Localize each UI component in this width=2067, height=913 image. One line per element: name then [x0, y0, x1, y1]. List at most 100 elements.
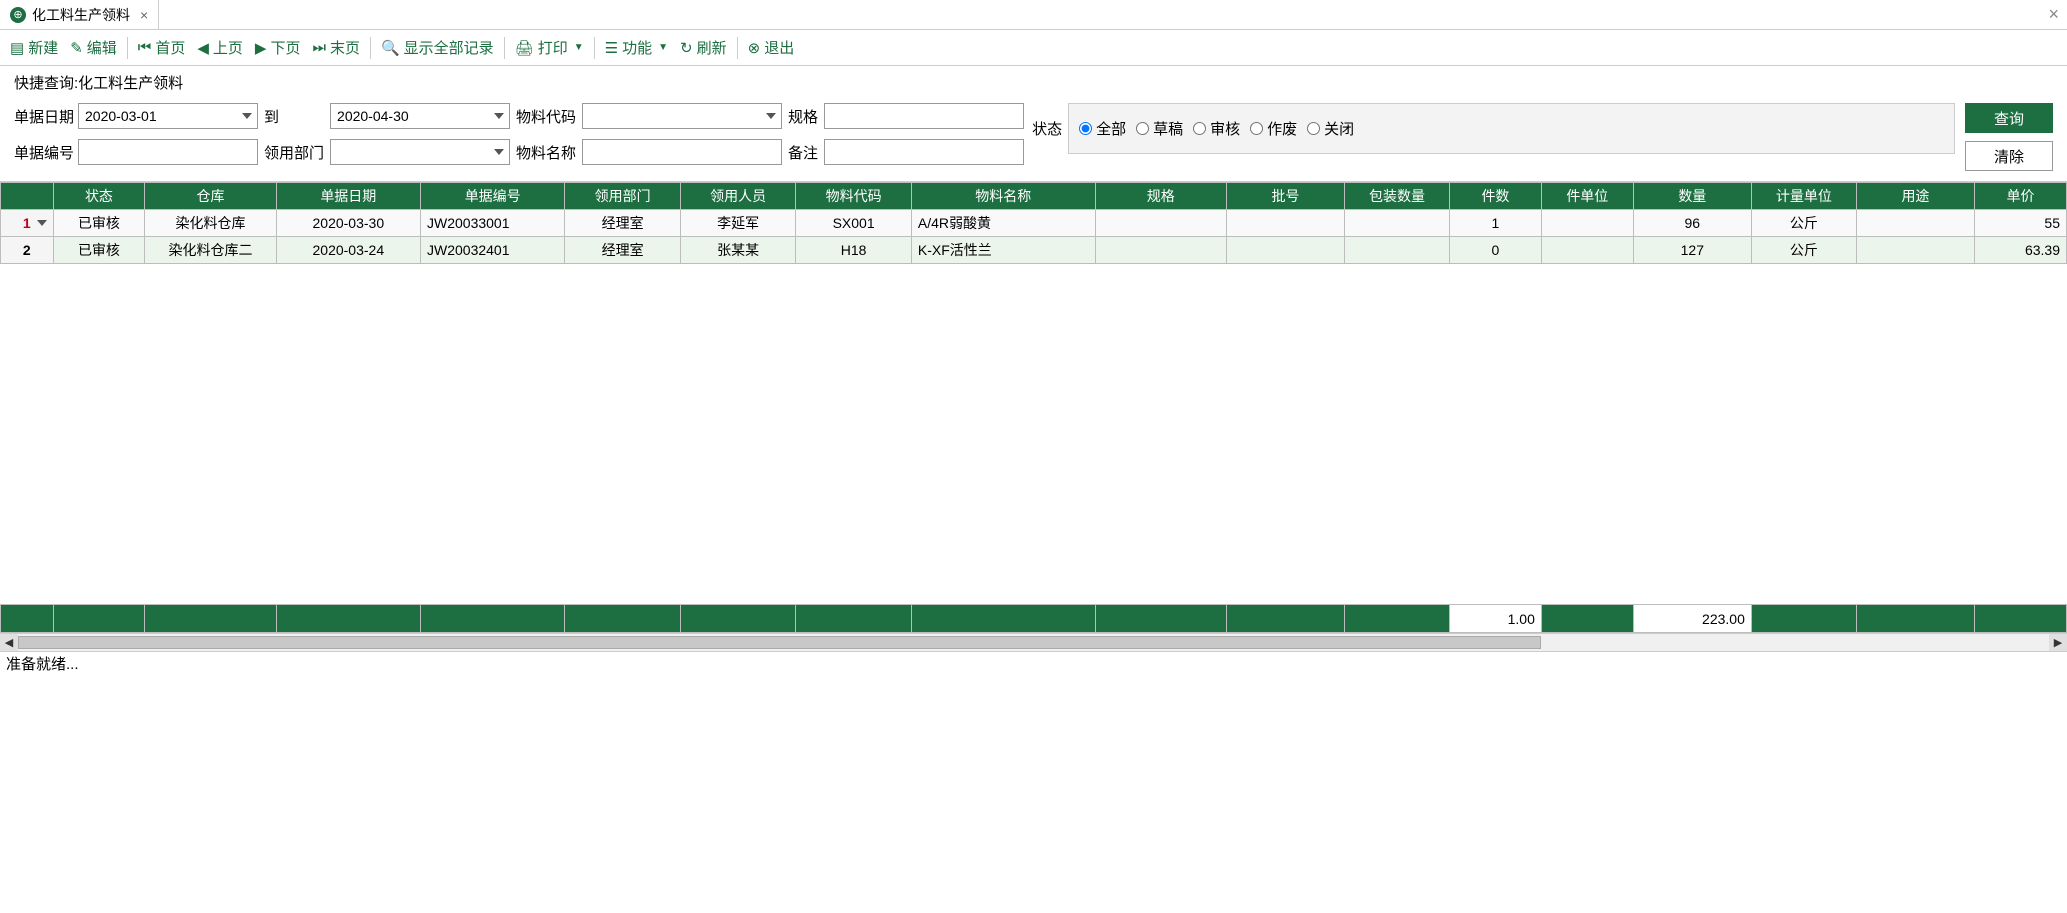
radio-all[interactable]: 全部 [1079, 118, 1126, 139]
radio-closed[interactable]: 关闭 [1307, 118, 1354, 139]
cell[interactable] [1095, 237, 1226, 264]
next-page-button[interactable]: ▶下页 [249, 33, 307, 62]
tab-active[interactable]: ⊕ 化工料生产领料 × [0, 0, 159, 29]
scroll-right-icon[interactable]: ▶ [2049, 634, 2067, 651]
show-all-button[interactable]: 🔍显示全部记录 [375, 33, 500, 62]
query-button[interactable]: 查询 [1965, 103, 2053, 133]
col-date[interactable]: 单据日期 [276, 183, 420, 210]
table-row[interactable]: 1已审核染化料仓库2020-03-30JW20033001经理室李延军SX001… [1, 210, 2067, 237]
col-pieceunit[interactable]: 件单位 [1541, 183, 1633, 210]
cell[interactable]: 李延军 [680, 210, 796, 237]
cell[interactable]: H18 [796, 237, 912, 264]
exit-button[interactable]: ⊗退出 [742, 33, 801, 62]
cell[interactable] [1345, 210, 1450, 237]
cell[interactable]: 2020-03-24 [276, 237, 420, 264]
dept-select[interactable] [330, 139, 510, 165]
cell[interactable] [1226, 237, 1344, 264]
cell[interactable]: 1 [1, 210, 54, 237]
functions-button[interactable]: ☰功能▼ [599, 33, 674, 62]
cell[interactable] [1095, 210, 1226, 237]
cell[interactable]: A/4R弱酸黄 [911, 210, 1095, 237]
tab-bar: ⊕ 化工料生产领料 × × [0, 0, 2067, 30]
cell[interactable]: 1 [1450, 210, 1542, 237]
date-to-select[interactable] [330, 103, 510, 129]
cell[interactable]: 127 [1633, 237, 1751, 264]
cell[interactable]: JW20033001 [421, 210, 565, 237]
col-pieces[interactable]: 件数 [1450, 183, 1542, 210]
matname-input[interactable] [582, 139, 782, 165]
docno-input[interactable] [78, 139, 258, 165]
cell[interactable]: 已审核 [53, 237, 145, 264]
col-spec[interactable]: 规格 [1095, 183, 1226, 210]
cell[interactable]: K-XF活性兰 [911, 237, 1095, 264]
spec-input[interactable] [824, 103, 1024, 129]
clear-button[interactable]: 清除 [1965, 141, 2053, 171]
col-status[interactable]: 状态 [53, 183, 145, 210]
cell[interactable]: 0 [1450, 237, 1542, 264]
scroll-thumb[interactable] [18, 636, 1541, 649]
col-price[interactable]: 单价 [1975, 183, 2067, 210]
cell[interactable]: 公斤 [1751, 237, 1856, 264]
cell[interactable]: SX001 [796, 210, 912, 237]
cell[interactable] [1345, 237, 1450, 264]
first-page-button[interactable]: ⏮首页 [132, 33, 192, 62]
cell[interactable]: JW20032401 [421, 237, 565, 264]
col-qty[interactable]: 数量 [1633, 183, 1751, 210]
close-icon[interactable]: × [136, 7, 148, 23]
edit-button[interactable]: ✎编辑 [64, 33, 123, 62]
col-docno[interactable]: 单据编号 [421, 183, 565, 210]
col-packqty[interactable]: 包装数量 [1345, 183, 1450, 210]
cell[interactable] [1541, 210, 1633, 237]
footer-qty-total: 223.00 [1633, 605, 1751, 633]
cell[interactable] [1541, 237, 1633, 264]
new-button[interactable]: ▤新建 [4, 33, 64, 62]
radio-draft[interactable]: 草稿 [1136, 118, 1183, 139]
last-page-button[interactable]: ⏭末页 [306, 33, 366, 62]
scroll-track[interactable] [18, 636, 2049, 649]
date-from-input[interactable] [78, 103, 258, 129]
matcode-input[interactable] [582, 103, 782, 129]
cell[interactable]: 经理室 [565, 210, 681, 237]
cell[interactable]: 55 [1975, 210, 2067, 237]
cell[interactable]: 经理室 [565, 237, 681, 264]
dept-label: 领用部门 [258, 142, 330, 163]
cell[interactable]: 染化料仓库二 [145, 237, 276, 264]
window-close-icon[interactable]: × [2048, 4, 2059, 25]
last-icon: ⏭ [312, 39, 326, 56]
refresh-button[interactable]: ↻刷新 [674, 33, 733, 62]
date-from-select[interactable] [78, 103, 258, 129]
cell[interactable] [1856, 237, 1974, 264]
col-unit[interactable]: 计量单位 [1751, 183, 1856, 210]
dept-input[interactable] [330, 139, 510, 165]
col-warehouse[interactable]: 仓库 [145, 183, 276, 210]
col-use[interactable]: 用途 [1856, 183, 1974, 210]
cell[interactable]: 2 [1, 237, 54, 264]
cell[interactable]: 公斤 [1751, 210, 1856, 237]
col-person[interactable]: 领用人员 [680, 183, 796, 210]
col-batch[interactable]: 批号 [1226, 183, 1344, 210]
radio-void[interactable]: 作废 [1250, 118, 1297, 139]
table-row[interactable]: 2已审核染化料仓库二2020-03-24JW20032401经理室张某某H18K… [1, 237, 2067, 264]
prev-page-button[interactable]: ◀上页 [191, 33, 249, 62]
col-matcode[interactable]: 物料代码 [796, 183, 912, 210]
date-to-input[interactable] [330, 103, 510, 129]
cell[interactable] [1856, 210, 1974, 237]
radio-audited[interactable]: 审核 [1193, 118, 1240, 139]
cell[interactable] [1226, 210, 1344, 237]
remark-input[interactable] [824, 139, 1024, 165]
print-button[interactable]: 🖨打印▼ [509, 33, 590, 62]
cell[interactable]: 染化料仓库 [145, 210, 276, 237]
status-label: 状态 [1032, 118, 1062, 139]
cell[interactable]: 63.39 [1975, 237, 2067, 264]
col-matname[interactable]: 物料名称 [911, 183, 1095, 210]
scroll-left-icon[interactable]: ◀ [0, 634, 18, 651]
col-dept[interactable]: 领用部门 [565, 183, 681, 210]
cell[interactable]: 张某某 [680, 237, 796, 264]
cell[interactable]: 2020-03-30 [276, 210, 420, 237]
cell[interactable]: 已审核 [53, 210, 145, 237]
status-bar: 准备就绪... [0, 651, 2067, 675]
cell[interactable]: 96 [1633, 210, 1751, 237]
horizontal-scrollbar[interactable]: ◀ ▶ [0, 633, 2067, 651]
refresh-icon: ↻ [680, 39, 693, 57]
matcode-select[interactable] [582, 103, 782, 129]
